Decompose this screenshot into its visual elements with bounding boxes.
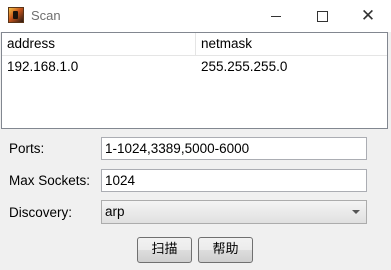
- table-header: address netmask: [2, 33, 387, 56]
- maximize-button[interactable]: [299, 0, 345, 32]
- close-icon: ✕: [360, 5, 376, 26]
- network-table[interactable]: address netmask 192.168.1.0 255.255.255.…: [1, 32, 388, 129]
- app-icon: [8, 7, 24, 23]
- chevron-down-icon[interactable]: [346, 201, 366, 223]
- table-row[interactable]: 192.168.1.0 255.255.255.0: [2, 56, 387, 77]
- close-button[interactable]: ✕: [345, 0, 391, 32]
- discovery-label: Discovery:: [9, 205, 73, 220]
- window-title: Scan: [31, 8, 61, 23]
- scan-button[interactable]: 扫描: [137, 237, 192, 263]
- minimize-button[interactable]: [253, 0, 299, 32]
- cell-address[interactable]: 192.168.1.0: [2, 56, 196, 77]
- ports-input[interactable]: [101, 137, 367, 160]
- help-button[interactable]: 帮助: [198, 237, 253, 263]
- minimize-icon: [271, 15, 281, 17]
- column-header-netmask[interactable]: netmask: [196, 33, 387, 55]
- ports-label: Ports:: [9, 141, 45, 156]
- discovery-select[interactable]: arp: [101, 200, 367, 224]
- discovery-value: arp: [105, 204, 125, 219]
- column-header-address[interactable]: address: [2, 33, 196, 55]
- title-bar: Scan ✕: [0, 0, 391, 32]
- max-sockets-label: Max Sockets:: [9, 173, 91, 188]
- cell-netmask[interactable]: 255.255.255.0: [196, 56, 387, 77]
- max-sockets-input[interactable]: [101, 169, 367, 192]
- maximize-icon: [316, 10, 328, 22]
